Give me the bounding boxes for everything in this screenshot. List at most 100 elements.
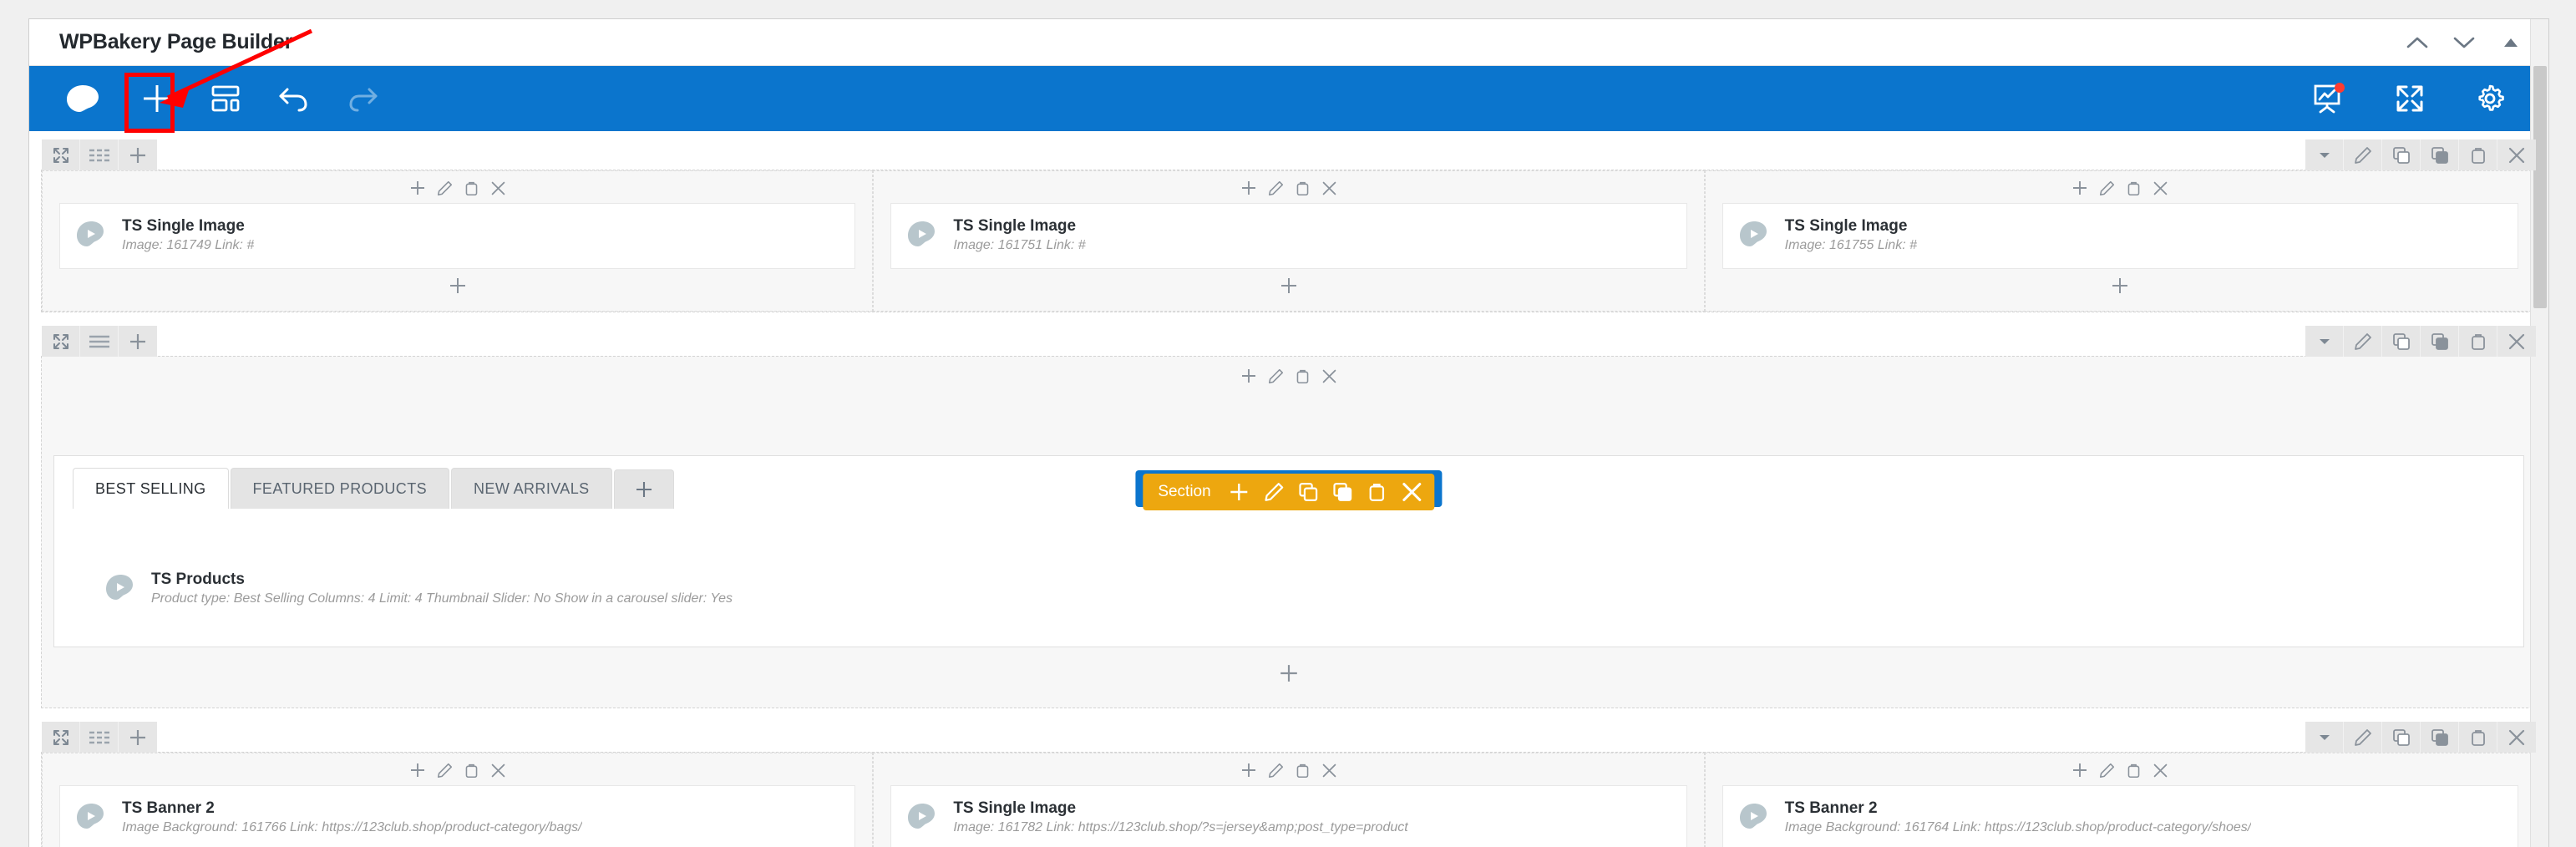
column-add-plus-icon[interactable] — [2071, 180, 2088, 196]
element-card[interactable]: TS Products Product type: Best Selling C… — [89, 562, 2488, 617]
column-clipboard-icon[interactable] — [1295, 368, 1311, 384]
row-pencil-icon[interactable] — [2344, 722, 2382, 753]
row-caret-down-icon[interactable] — [2305, 722, 2344, 753]
column-close-x-icon[interactable] — [490, 180, 506, 196]
column-clipboard-icon[interactable] — [1295, 180, 1311, 196]
row-clone-icon[interactable] — [2421, 722, 2459, 753]
element-card[interactable]: TS Banner 2 Image Background: 161764 Lin… — [1722, 785, 2518, 847]
section-clone-icon[interactable] — [1333, 482, 1353, 502]
row-pencil-icon[interactable] — [2344, 139, 2382, 170]
column-pencil-icon[interactable] — [2099, 763, 2115, 779]
element-card[interactable]: TS Single Image Image: 161749 Link: # — [59, 203, 855, 269]
column-3-2[interactable]: TS Single Image Image: 161782 Link: http… — [873, 753, 1704, 847]
row-move-arrows-icon[interactable] — [42, 722, 80, 753]
row-caret-down-icon[interactable] — [2305, 139, 2344, 170]
tab-best-selling[interactable]: BEST SELLING — [73, 468, 229, 509]
row-clipboard-icon[interactable] — [2459, 722, 2497, 753]
column-2-1[interactable]: Tabs BEST SELLING FEATURED PRODUCTS NEW … — [42, 357, 2536, 708]
column-add-element-button[interactable] — [874, 269, 1703, 302]
column-clipboard-icon[interactable] — [1295, 763, 1311, 779]
column-add-plus-icon[interactable] — [1240, 180, 1257, 196]
section-add-plus-icon[interactable] — [1229, 481, 1250, 503]
add-element-button[interactable] — [123, 66, 191, 131]
element-card[interactable]: TS Single Image Image: 161782 Link: http… — [890, 785, 1686, 847]
row-1[interactable]: TS Single Image Image: 161749 Link: # — [41, 170, 2537, 312]
row-copy-icon[interactable] — [2382, 326, 2421, 357]
column-close-x-icon[interactable] — [2153, 180, 2168, 196]
section-element-toolbar[interactable]: Section — [1143, 474, 1434, 510]
row-close-x-icon[interactable] — [2497, 326, 2536, 357]
tab-new-arrivals[interactable]: NEW ARRIVALS — [451, 468, 612, 509]
row-move-arrows-icon[interactable] — [42, 326, 80, 357]
column-pencil-icon[interactable] — [437, 763, 453, 779]
column-add-plus-icon[interactable] — [1240, 368, 1257, 384]
column-3-1[interactable]: TS Banner 2 Image Background: 161766 Lin… — [42, 753, 873, 847]
element-card[interactable]: TS Banner 2 Image Background: 161766 Lin… — [59, 785, 855, 847]
row-clone-icon[interactable] — [2421, 139, 2459, 170]
row-add-plus-icon[interactable] — [119, 139, 157, 170]
column-3-3[interactable]: TS Banner 2 Image Background: 161764 Lin… — [1705, 753, 2536, 847]
column-clipboard-icon[interactable] — [2126, 180, 2142, 196]
tab-featured-products[interactable]: FEATURED PRODUCTS — [231, 468, 449, 509]
row-copy-icon[interactable] — [2382, 139, 2421, 170]
column-clipboard-icon[interactable] — [464, 180, 479, 196]
column-clipboard-icon[interactable] — [464, 763, 479, 779]
section-clipboard-icon[interactable] — [1367, 482, 1387, 502]
chevron-up-icon[interactable] — [2406, 32, 2428, 53]
row-close-x-icon[interactable] — [2497, 139, 2536, 170]
column-1-2[interactable]: TS Single Image Image: 161751 Link: # — [873, 170, 1704, 312]
row-clipboard-icon[interactable] — [2459, 139, 2497, 170]
column-pencil-icon[interactable] — [2099, 180, 2115, 196]
row-clone-icon[interactable] — [2421, 326, 2459, 357]
column-close-x-icon[interactable] — [2153, 763, 2168, 779]
row-2[interactable]: Tabs BEST SELLING FEATURED PRODUCTS NEW … — [41, 356, 2537, 708]
column-close-x-icon[interactable] — [490, 763, 506, 779]
chevron-down-icon[interactable] — [2453, 32, 2475, 53]
column-add-plus-icon[interactable] — [409, 180, 426, 196]
section-pencil-icon[interactable] — [1265, 482, 1285, 502]
element-card[interactable]: TS Single Image Image: 161751 Link: # — [890, 203, 1686, 269]
column-pencil-icon[interactable] — [1268, 180, 1284, 196]
column-add-plus-icon[interactable] — [1240, 762, 1257, 779]
row-copy-icon[interactable] — [2382, 722, 2421, 753]
column-pencil-icon[interactable] — [1268, 763, 1284, 779]
row-add-plus-icon[interactable] — [119, 326, 157, 357]
tabs-add-element-button[interactable] — [42, 654, 2536, 692]
column-pencil-icon[interactable] — [437, 180, 453, 196]
column-close-x-icon[interactable] — [1321, 368, 1337, 384]
column-pencil-icon[interactable] — [1268, 368, 1284, 384]
wpbakery-logo-icon[interactable] — [43, 66, 123, 131]
row-caret-down-icon[interactable] — [2305, 326, 2344, 357]
column-close-x-icon[interactable] — [1321, 763, 1337, 779]
column-1-3[interactable]: TS Single Image Image: 161755 Link: # — [1705, 170, 2536, 312]
row-column-layout-icon[interactable] — [80, 722, 119, 753]
section-copy-icon[interactable] — [1299, 482, 1319, 502]
row-move-arrows-icon[interactable] — [42, 139, 80, 170]
element-card[interactable]: TS Single Image Image: 161755 Link: # — [1722, 203, 2518, 269]
expand-arrows-icon[interactable] — [2370, 66, 2450, 131]
column-1-1[interactable]: TS Single Image Image: 161749 Link: # — [42, 170, 873, 312]
section-close-x-icon[interactable] — [1402, 481, 1423, 503]
triangle-up-icon[interactable] — [2500, 32, 2522, 53]
row-close-x-icon[interactable] — [2497, 722, 2536, 753]
column-add-plus-icon[interactable] — [2071, 762, 2088, 779]
column-clipboard-icon[interactable] — [2126, 763, 2142, 779]
templates-grid-icon[interactable] — [191, 66, 260, 131]
row-pencil-icon[interactable] — [2344, 326, 2382, 357]
undo-arrow-icon[interactable] — [260, 66, 328, 131]
row-column-layout-icon[interactable] — [80, 139, 119, 170]
row-clipboard-icon[interactable] — [2459, 326, 2497, 357]
column-add-element-button[interactable] — [43, 269, 872, 302]
column-close-x-icon[interactable] — [1321, 180, 1337, 196]
row-3[interactable]: TS Banner 2 Image Background: 161766 Lin… — [41, 752, 2537, 847]
column-add-element-button[interactable] — [1706, 269, 2535, 302]
presentation-chart-icon[interactable] — [2289, 66, 2370, 131]
gear-icon[interactable] — [2450, 66, 2530, 131]
tabs-element[interactable]: Tabs BEST SELLING FEATURED PRODUCTS NEW … — [42, 455, 2536, 699]
tab-add-button[interactable] — [614, 469, 674, 509]
redo-arrow-icon[interactable] — [328, 66, 397, 131]
column-add-plus-icon[interactable] — [409, 762, 426, 779]
scrollbar-thumb[interactable] — [2533, 66, 2547, 308]
row-column-layout-icon[interactable] — [80, 326, 119, 357]
row-add-plus-icon[interactable] — [119, 722, 157, 753]
